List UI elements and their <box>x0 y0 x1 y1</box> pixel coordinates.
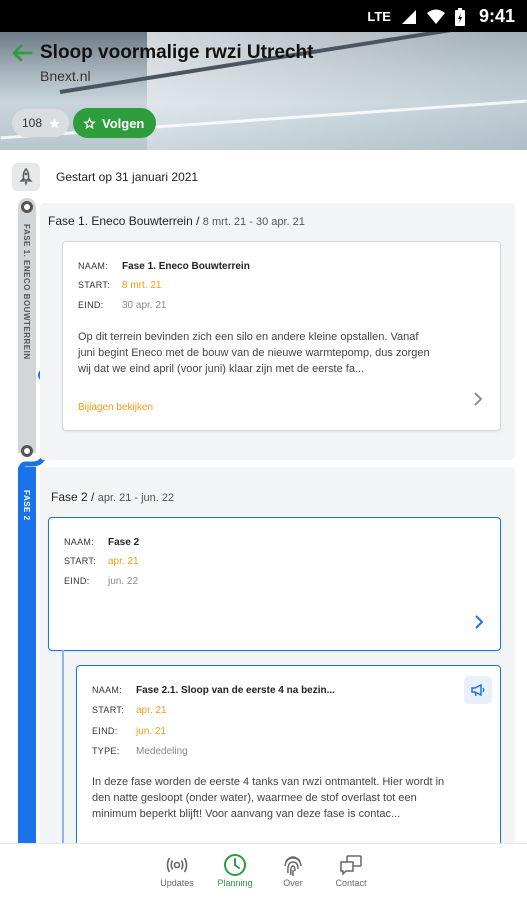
chevron-right-icon[interactable] <box>474 615 484 634</box>
phase2-1-type: Mededeling <box>136 746 188 757</box>
nav-planning-label: Planning <box>217 878 253 888</box>
phase1-dates: 8 mrt. 21 - 30 apr. 21 <box>202 216 305 228</box>
phase2-name-row: NAAM: Fase 2 <box>64 537 139 548</box>
follower-count-chip: 108 <box>12 109 70 137</box>
phase2-start: apr. 21 <box>108 556 139 567</box>
phase2-name: Fase 2 <box>108 537 140 548</box>
status-icons: LTE 9:41 <box>367 6 515 27</box>
timeline-rail-phase2 <box>18 467 36 843</box>
phase2-title: Fase 2 <box>51 490 88 504</box>
end-key: EIND: <box>78 300 104 310</box>
bottom-navigation: Updates Planning Over Contact <box>0 843 527 900</box>
chat-icon <box>321 852 381 878</box>
nav-over[interactable]: Over <box>263 852 323 888</box>
phase2-1-name-row: NAAM: Fase 2.1. Sloop van de eerste 4 na… <box>92 685 335 696</box>
phase1-separator: / <box>192 214 203 228</box>
phase1-card[interactable]: NAAM: Fase 1. Eneco Bouwterrein START: 8… <box>62 241 501 431</box>
arrow-left-icon <box>12 44 33 62</box>
phase1-start-row: START: 8 mrt. 21 <box>78 280 161 291</box>
nav-updates-label: Updates <box>160 878 194 888</box>
phase1-name-row: NAAM: Fase 1. Eneco Bouwterrein <box>78 261 250 272</box>
phase2-dates: apr. 21 - jun. 22 <box>97 492 175 504</box>
back-button[interactable] <box>8 42 36 70</box>
phase2-1-start: apr. 21 <box>136 705 167 716</box>
phase2-1-type-row: TYPE: Mededeling <box>92 746 188 757</box>
phase2-1-description: In deze fase worden de eerste 4 tanks va… <box>92 776 445 820</box>
nav-over-label: Over <box>283 878 303 888</box>
wifi-icon <box>426 9 445 24</box>
phase2-end-row: EIND: jun. 22 <box>64 576 138 587</box>
phase1-title: Fase 1. Eneco Bouwterrein <box>48 214 193 228</box>
phase2-card[interactable]: NAAM: Fase 2 START: apr. 21 EIND: jun. 2… <box>48 517 501 651</box>
follow-button-label: Volgen <box>102 115 145 131</box>
fingerprint-icon <box>263 852 323 878</box>
end-key: EIND: <box>64 576 90 586</box>
phase2-1-start-row: START: apr. 21 <box>92 705 167 716</box>
start-key: START: <box>92 705 124 715</box>
project-title: Sloop voormalige rwzi Utrecht <box>40 42 314 63</box>
battery-icon <box>454 7 465 26</box>
broadcast-icon <box>147 852 207 878</box>
end-key: EIND: <box>92 726 118 736</box>
start-key: START: <box>64 556 96 566</box>
start-key: START: <box>78 280 110 290</box>
star-outline-icon <box>83 116 96 129</box>
nav-updates[interactable]: Updates <box>147 852 207 888</box>
project-start-text: Gestart op 31 januari 2021 <box>56 170 199 184</box>
phase1-vertical-label: FASE 1. ENECO BOUWTERREIN <box>22 224 31 360</box>
phase2-1-end-row: EIND: jun. 21 <box>92 726 166 737</box>
rocket-icon <box>12 163 40 191</box>
phase2-separator: / <box>87 490 98 504</box>
phase1-name: Fase 1. Eneco Bouwterrein <box>122 261 250 272</box>
name-key: NAAM: <box>64 537 95 547</box>
phase1-end-row: EIND: 30 apr. 21 <box>78 300 166 311</box>
follower-count: 108 <box>22 116 43 130</box>
status-bar: LTE 9:41 <box>0 0 527 32</box>
name-key: NAAM: <box>78 261 109 271</box>
project-start-row: Gestart op 31 januari 2021 <box>12 163 198 191</box>
phase2-heading: Fase 2 / apr. 21 - jun. 22 <box>51 490 174 504</box>
planning-timeline[interactable]: Gestart op 31 januari 2021 FASE 1. ENECO… <box>0 150 527 843</box>
phase2-1-card[interactable]: NAAM: Fase 2.1. Sloop van de eerste 4 na… <box>76 665 501 843</box>
megaphone-icon <box>464 676 492 704</box>
phase1-description: Op dit terrein bevinden zich een silo en… <box>78 331 430 375</box>
signal-icon <box>401 9 416 24</box>
star-icon <box>49 117 60 128</box>
phase1-start: 8 mrt. 21 <box>122 280 162 291</box>
name-key: NAAM: <box>92 685 123 695</box>
type-key: TYPE: <box>92 746 120 756</box>
phase2-1-end: jun. 21 <box>136 726 167 737</box>
nav-contact-label: Contact <box>335 878 367 888</box>
chevron-right-icon[interactable] <box>473 392 483 411</box>
follow-button[interactable]: Volgen <box>73 108 157 138</box>
phase1-heading: Fase 1. Eneco Bouwterrein / 8 mrt. 21 - … <box>48 214 305 228</box>
clock-icon <box>205 852 265 878</box>
phase2-end: jun. 22 <box>108 576 139 587</box>
phase2-vertical-label: FASE 2 <box>22 490 31 521</box>
network-type: LTE <box>367 9 391 24</box>
nav-planning[interactable]: Planning <box>205 852 265 888</box>
phase2-1-name: Fase 2.1. Sloop van de eerste 4 na bezin… <box>136 685 335 696</box>
project-subtitle: Bnext.nl <box>40 68 91 84</box>
nav-contact[interactable]: Contact <box>321 852 381 888</box>
phase1-end: 30 apr. 21 <box>122 300 167 311</box>
phase2-start-row: START: apr. 21 <box>64 556 139 567</box>
clock: 9:41 <box>478 6 515 26</box>
timeline-dot-start <box>21 201 33 213</box>
project-header: Sloop voormalige rwzi Utrecht Bnext.nl 1… <box>0 32 527 150</box>
attachments-link[interactable]: Bijlagen bekijken <box>78 402 153 413</box>
